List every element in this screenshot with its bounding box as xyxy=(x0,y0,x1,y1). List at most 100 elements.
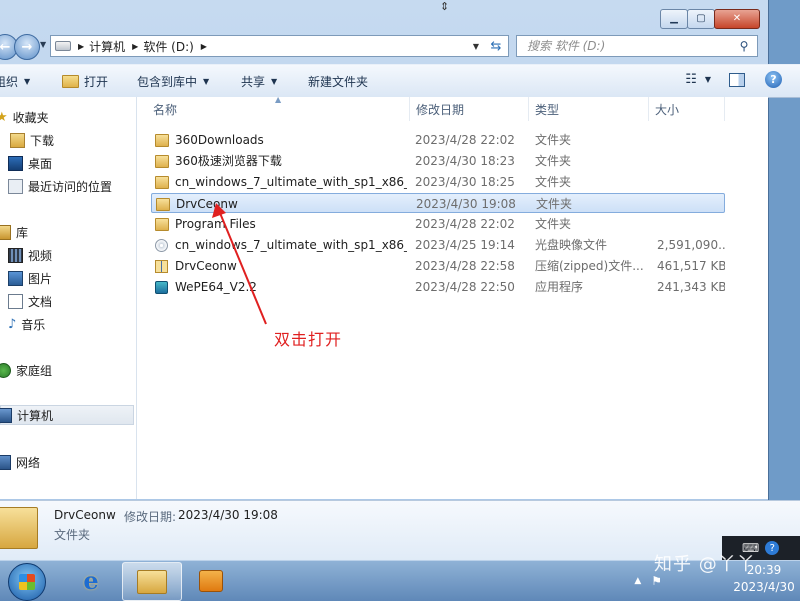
file-type: 光盘映像文件 xyxy=(535,238,608,252)
chevron-down-icon: ▼ xyxy=(271,76,278,86)
taskbar-explorer[interactable] xyxy=(122,562,182,601)
clock[interactable]: 20:39 2023/4/30 xyxy=(728,562,800,596)
nav-network[interactable]: 网络 xyxy=(0,452,134,472)
address-row: ← → ▼ ▶ 计算机 ▶ 软件 (D:) ▶ ▼ ⇆ ⚲ xyxy=(0,32,768,60)
nav-libraries[interactable]: 库 xyxy=(0,222,134,242)
nav-documents[interactable]: 文档 xyxy=(0,291,134,311)
breadcrumb-drive-d[interactable]: 软件 (D:) xyxy=(143,38,193,55)
file-type: 文件夹 xyxy=(535,175,572,189)
zip-folder-icon xyxy=(155,260,168,273)
help-icon[interactable]: ? xyxy=(765,71,782,88)
breadcrumb-separator-icon[interactable]: ▶ xyxy=(201,42,207,51)
nav-label: 计算机 xyxy=(17,408,54,423)
nav-favorites[interactable]: ★ 收藏夹 xyxy=(0,107,134,127)
address-dropdown-icon[interactable]: ▼ xyxy=(473,42,479,51)
library-icon xyxy=(0,224,11,240)
file-date: 2023/4/28 22:50 xyxy=(415,280,515,294)
file-size xyxy=(657,172,725,192)
refresh-button[interactable]: ⇆ xyxy=(484,35,509,57)
nav-videos[interactable]: 视频 xyxy=(0,245,134,265)
change-view-icon[interactable]: ☷ xyxy=(685,72,697,87)
window-controls: ▁ ▢ ✕ xyxy=(660,9,760,29)
view-dropdown-icon[interactable]: ▼ xyxy=(705,75,711,84)
file-name: 360Downloads xyxy=(175,133,264,147)
column-header-label: 类型 xyxy=(535,103,560,117)
clock-time: 20:39 xyxy=(746,563,782,577)
nav-recent-places[interactable]: 最近访问的位置 xyxy=(0,176,134,196)
refresh-icon: ⇆ xyxy=(490,38,502,54)
nav-desktop[interactable]: 桌面 xyxy=(0,153,134,173)
file-name: Program Files xyxy=(175,217,256,231)
address-bar[interactable]: ▶ 计算机 ▶ 软件 (D:) ▶ ▼ xyxy=(50,35,486,57)
close-icon: ✕ xyxy=(732,13,742,24)
search-icon[interactable]: ⚲ xyxy=(736,39,752,53)
include-in-library-button[interactable]: 包含到库中 ▼ xyxy=(137,65,209,97)
new-folder-label: 新建文件夹 xyxy=(308,74,369,89)
file-date: 2023/4/30 19:08 xyxy=(416,197,516,211)
title-bar[interactable]: ▁ ▢ ✕ xyxy=(0,0,768,32)
share-label: 共享 xyxy=(241,74,266,89)
explorer-folder-icon xyxy=(137,569,167,594)
file-size xyxy=(658,194,726,214)
table-row[interactable]: 360极速浏览器下载 2023/4/30 18:23 文件夹 xyxy=(151,151,725,171)
table-row[interactable]: 360Downloads 2023/4/28 22:02 文件夹 xyxy=(151,130,725,150)
nav-downloads[interactable]: 下载 xyxy=(0,130,134,150)
preview-pane-icon[interactable] xyxy=(729,72,745,87)
maximize-button[interactable]: ▢ xyxy=(687,9,715,29)
new-folder-button[interactable]: 新建文件夹 xyxy=(308,65,368,97)
file-name: DrvCeonw xyxy=(176,197,238,211)
taskbar-ie[interactable]: e xyxy=(62,562,120,599)
minimize-button[interactable]: ▁ xyxy=(660,9,688,29)
column-header-size[interactable]: 大小 xyxy=(649,97,725,121)
details-name: DrvCeonw xyxy=(54,508,116,522)
table-row[interactable]: DrvCeonw 2023/4/28 22:58 压缩(zipped)文件... 46… xyxy=(151,256,725,276)
taskbar-media-player[interactable] xyxy=(182,562,240,599)
nav-homegroup[interactable]: 家庭组 xyxy=(0,360,134,380)
column-header-date[interactable]: 修改日期 xyxy=(410,97,529,121)
breadcrumb-separator-icon[interactable]: ▶ xyxy=(132,42,138,51)
document-icon xyxy=(8,293,23,309)
breadcrumb-separator-icon[interactable]: ▶ xyxy=(78,42,84,51)
file-date: 2023/4/25 19:14 xyxy=(415,238,515,252)
file-type: 文件夹 xyxy=(535,217,572,231)
nav-computer[interactable]: 计算机 xyxy=(0,405,134,425)
file-date: 2023/4/28 22:02 xyxy=(415,217,515,231)
column-header-label: 名称 xyxy=(153,103,178,117)
column-header-type[interactable]: 类型 xyxy=(529,97,649,121)
table-row[interactable]: cn_windows_7_ultimate_with_sp1_x86_... 20… xyxy=(151,172,725,192)
open-button[interactable]: 打开 xyxy=(62,65,108,97)
back-arrow-icon: ← xyxy=(0,39,11,55)
annotation-text: 双击打开 xyxy=(274,330,343,349)
help-icon[interactable]: ? xyxy=(765,541,780,555)
share-button[interactable]: 共享 ▼ xyxy=(241,65,277,97)
search-input[interactable] xyxy=(525,38,736,54)
file-name: DrvCeonw xyxy=(175,259,237,273)
video-icon xyxy=(8,247,23,263)
sort-ascending-icon: ▲ xyxy=(275,95,282,104)
file-size xyxy=(657,151,725,171)
recent-pages-dropdown-icon[interactable]: ▼ xyxy=(40,40,46,49)
column-header-label: 修改日期 xyxy=(416,103,465,117)
music-note-icon: ♪ xyxy=(8,316,17,332)
application-icon xyxy=(155,281,168,294)
table-row[interactable]: DrvCeonw 2023/4/30 19:08 文件夹 xyxy=(151,193,725,213)
details-date-label: 修改日期: xyxy=(124,510,177,524)
nav-label: 最近访问的位置 xyxy=(28,179,113,194)
table-row[interactable]: Program Files 2023/4/28 22:02 文件夹 xyxy=(151,214,725,234)
file-type: 文件夹 xyxy=(535,133,572,147)
nav-label: 收藏夹 xyxy=(12,110,49,125)
close-button[interactable]: ✕ xyxy=(714,9,760,29)
forward-button[interactable]: → xyxy=(14,34,40,60)
table-row[interactable]: cn_windows_7_ultimate_with_sp1_x86_... 20… xyxy=(151,235,725,255)
nav-music[interactable]: ♪ 音乐 xyxy=(0,314,134,334)
disc-image-icon xyxy=(155,239,168,252)
nav-pictures[interactable]: 图片 xyxy=(0,268,134,288)
nav-label: 下载 xyxy=(30,133,55,148)
action-center-flag-icon[interactable]: ⚑ xyxy=(651,574,662,588)
start-button[interactable] xyxy=(8,563,46,601)
table-row[interactable]: WePE64_V2.2 2023/4/28 22:50 应用程序 241,343 KB xyxy=(151,277,725,297)
organize-button[interactable]: 组织 ▼ xyxy=(0,65,30,97)
breadcrumb-computer[interactable]: 计算机 xyxy=(89,38,125,55)
show-hidden-icons-icon[interactable]: ▲ xyxy=(634,576,641,586)
folder-icon xyxy=(62,74,79,88)
